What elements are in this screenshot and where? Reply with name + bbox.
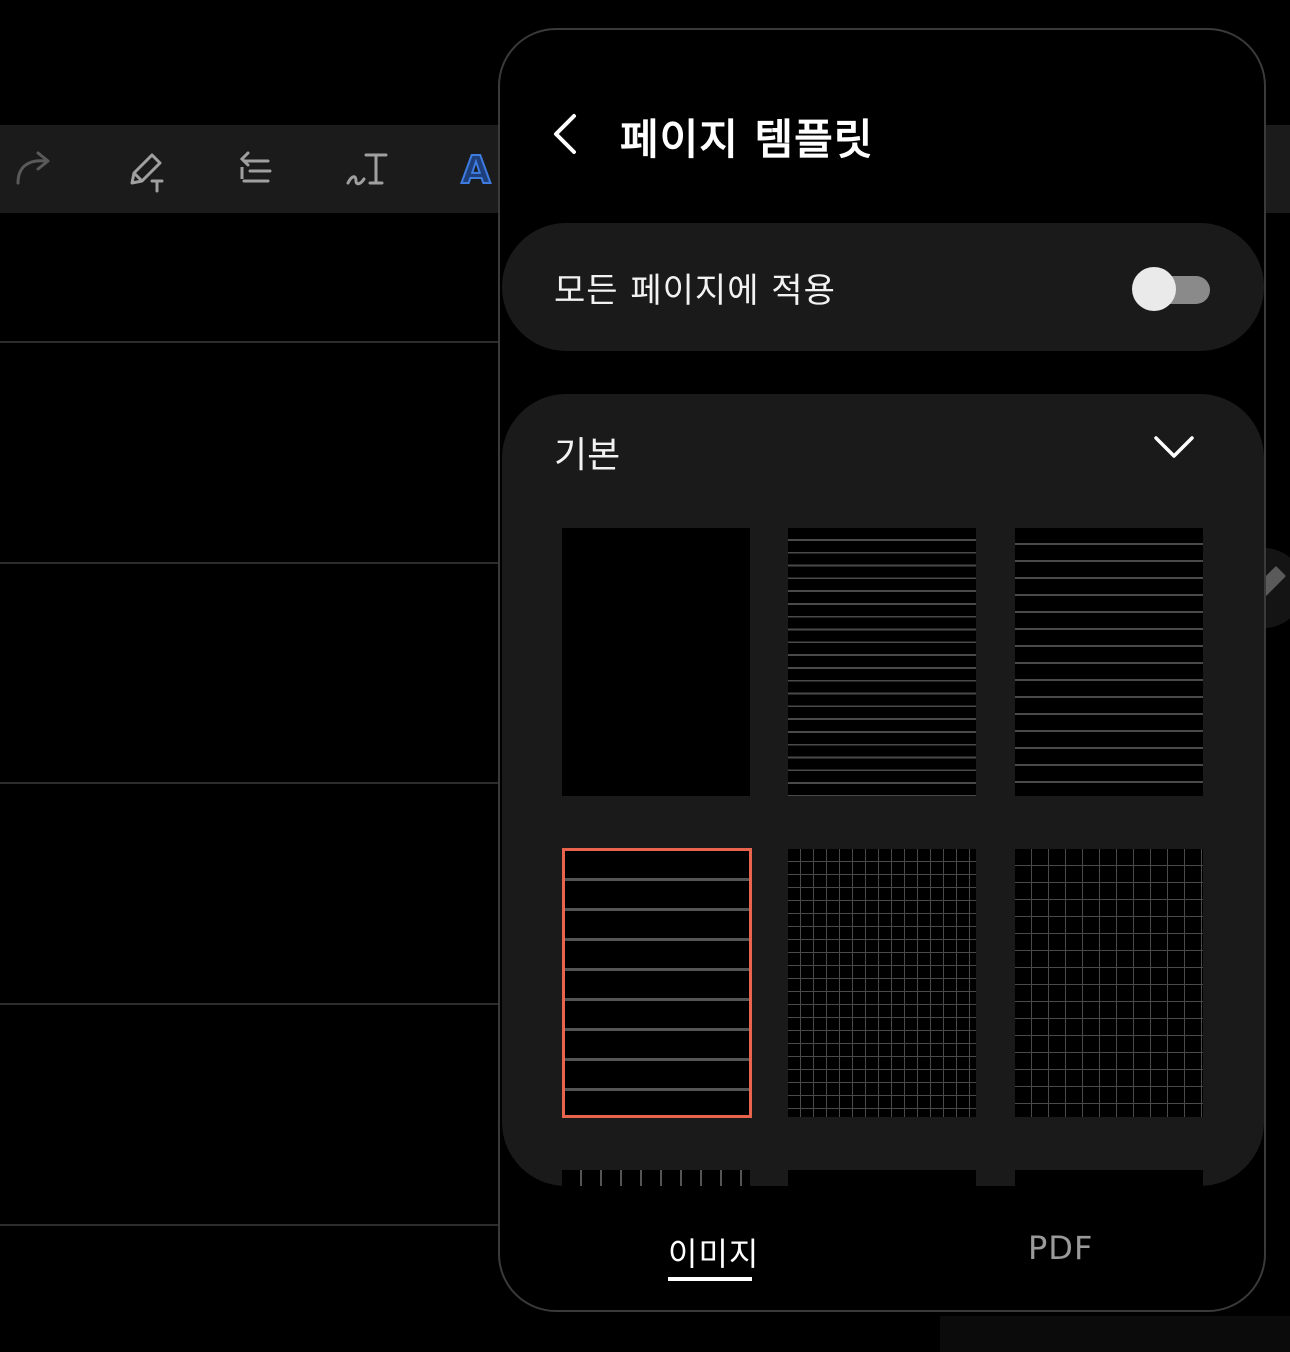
page-title: 페이지 템플릿 bbox=[620, 115, 874, 164]
apply-all-pages-toggle[interactable] bbox=[1132, 267, 1210, 311]
text-style-icon[interactable]: A bbox=[450, 143, 502, 195]
active-tab-indicator bbox=[668, 1277, 752, 1281]
note-rule-line bbox=[0, 562, 498, 564]
pen-settings-icon[interactable] bbox=[120, 143, 172, 195]
template-lined-medium[interactable] bbox=[1015, 528, 1203, 796]
collapse-section-button[interactable] bbox=[1152, 432, 1196, 462]
background-edge bbox=[940, 1316, 1290, 1352]
note-rule-line bbox=[0, 1224, 498, 1226]
toggle-knob bbox=[1132, 267, 1176, 311]
section-header-label: 기본 bbox=[554, 435, 621, 476]
template-thumbnail-partial[interactable] bbox=[788, 1170, 976, 1186]
template-grid-fine[interactable] bbox=[788, 849, 976, 1117]
note-rule-line bbox=[0, 782, 498, 784]
template-blank[interactable] bbox=[562, 528, 750, 796]
source-tabs: 이미지 PDF bbox=[500, 1215, 1264, 1310]
apply-all-pages-label: 모든 페이지에 적용 bbox=[554, 271, 836, 311]
template-grid-medium[interactable] bbox=[1015, 849, 1203, 1117]
template-lined-wide[interactable] bbox=[562, 848, 752, 1118]
handwriting-to-text-icon[interactable] bbox=[340, 143, 392, 195]
tab-pdf[interactable]: PDF bbox=[1028, 1229, 1093, 1267]
chevron-down-icon bbox=[1154, 436, 1194, 458]
note-editor-screen: A 페이지 템플릿 모든 페이지에 적용 기본 이미지 PDF bbox=[0, 0, 1290, 1352]
tab-image[interactable]: 이미지 bbox=[668, 1229, 759, 1275]
back-button[interactable] bbox=[544, 108, 588, 160]
note-rule-line bbox=[0, 341, 498, 343]
page-template-panel: 페이지 템플릿 모든 페이지에 적용 기본 이미지 PDF bbox=[498, 28, 1266, 1312]
template-section-basic: 기본 bbox=[502, 394, 1264, 1186]
chevron-left-icon bbox=[554, 114, 576, 154]
svg-text:A: A bbox=[461, 148, 491, 192]
template-lined-dense[interactable] bbox=[788, 528, 976, 796]
note-rule-line bbox=[0, 1003, 498, 1005]
template-thumbnail-partial[interactable] bbox=[1015, 1170, 1203, 1186]
apply-all-pages-row[interactable]: 모든 페이지에 적용 bbox=[502, 223, 1264, 351]
redo-icon[interactable] bbox=[8, 143, 60, 195]
template-thumbnail-partial[interactable] bbox=[562, 1170, 750, 1186]
text-align-icon[interactable] bbox=[230, 143, 282, 195]
